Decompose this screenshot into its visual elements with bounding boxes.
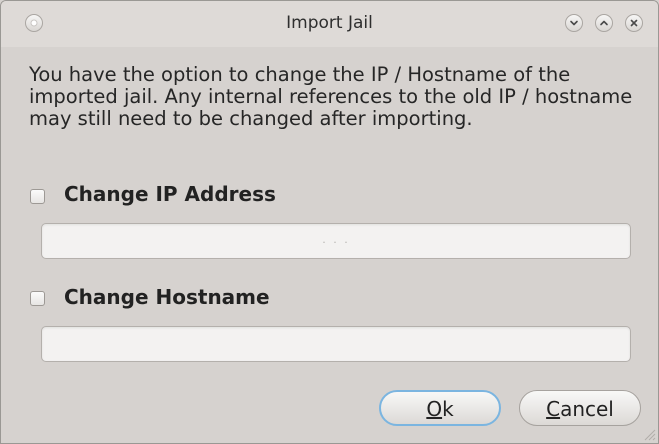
change-hostname-checkbox[interactable] xyxy=(30,291,45,306)
close-button[interactable] xyxy=(625,14,643,32)
ip-address-input[interactable]: . . . xyxy=(41,223,631,259)
chevron-up-icon xyxy=(600,20,608,26)
resize-grip-icon[interactable] xyxy=(642,427,656,441)
import-jail-dialog: Import Jail You have the option to chang… xyxy=(0,0,659,444)
close-icon xyxy=(630,19,638,27)
description-text: You have the option to change the IP / H… xyxy=(29,63,633,130)
cancel-label: ancel xyxy=(560,397,614,421)
ok-label: k xyxy=(442,397,454,421)
chevron-down-icon xyxy=(570,20,578,26)
window-title: Import Jail xyxy=(286,13,373,33)
change-hostname-label[interactable]: Change Hostname xyxy=(64,285,270,309)
change-ip-label[interactable]: Change IP Address xyxy=(64,182,276,206)
change-ip-checkbox[interactable] xyxy=(30,189,45,204)
ip-input-mask: . . . xyxy=(322,233,350,246)
ok-accelerator: O xyxy=(426,397,443,421)
title-bar[interactable]: Import Jail xyxy=(1,1,658,47)
cancel-button[interactable]: Cancel xyxy=(519,390,641,426)
ok-button[interactable]: Ok xyxy=(379,390,501,426)
cancel-accelerator: C xyxy=(546,397,561,421)
hostname-input[interactable] xyxy=(41,326,631,362)
maximize-button[interactable] xyxy=(595,14,613,32)
minimize-button[interactable] xyxy=(565,14,583,32)
